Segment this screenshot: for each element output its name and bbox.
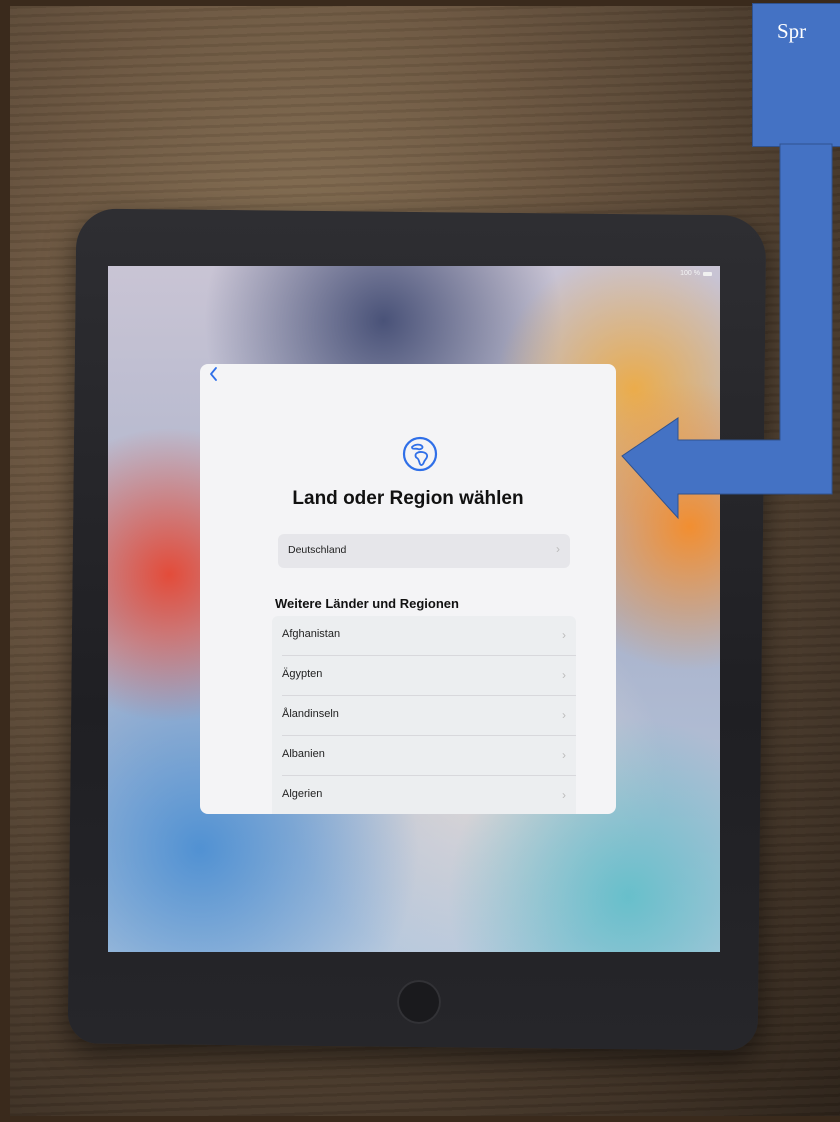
list-item[interactable]: Ägypten › xyxy=(272,656,576,696)
country-list: Afghanistan › Ägypten › Ålandinseln › Al… xyxy=(272,616,576,814)
chevron-left-icon[interactable] xyxy=(208,366,224,384)
annotation-text: Spr xyxy=(777,19,807,43)
page-title: Land oder Region wählen xyxy=(292,488,524,509)
current-country-label: Deutschland xyxy=(288,544,347,556)
chevron-right-icon: › xyxy=(556,542,560,556)
list-item[interactable]: Afghanistan › xyxy=(272,616,576,656)
home-button[interactable] xyxy=(397,980,441,1024)
battery-icon xyxy=(703,271,712,276)
country-label: Ålandinseln xyxy=(282,708,339,720)
country-region-sheet: Land oder Region wählen Deutschland › We… xyxy=(200,364,616,814)
chevron-right-icon: › xyxy=(562,788,566,802)
chevron-right-icon: › xyxy=(562,628,566,642)
current-country-row[interactable]: Deutschland › xyxy=(278,534,570,568)
chevron-right-icon: › xyxy=(562,668,566,682)
battery-percentage: 100 % xyxy=(680,270,700,277)
chevron-right-icon: › xyxy=(562,748,566,762)
country-label: Algerien xyxy=(282,788,323,800)
chevron-right-icon: › xyxy=(562,708,566,722)
list-item[interactable]: Algerien › xyxy=(272,776,576,814)
country-label: Afghanistan xyxy=(282,628,341,640)
status-bar: 100 % xyxy=(680,270,712,277)
annotation-callout: Spr xyxy=(752,3,840,147)
country-label: Ägypten xyxy=(282,668,323,680)
section-header: Weitere Länder und Regionen xyxy=(275,596,459,611)
list-item[interactable]: Ålandinseln › xyxy=(272,696,576,736)
country-label: Albanien xyxy=(282,748,325,760)
globe-icon xyxy=(402,436,438,472)
list-item[interactable]: Albanien › xyxy=(272,736,576,776)
